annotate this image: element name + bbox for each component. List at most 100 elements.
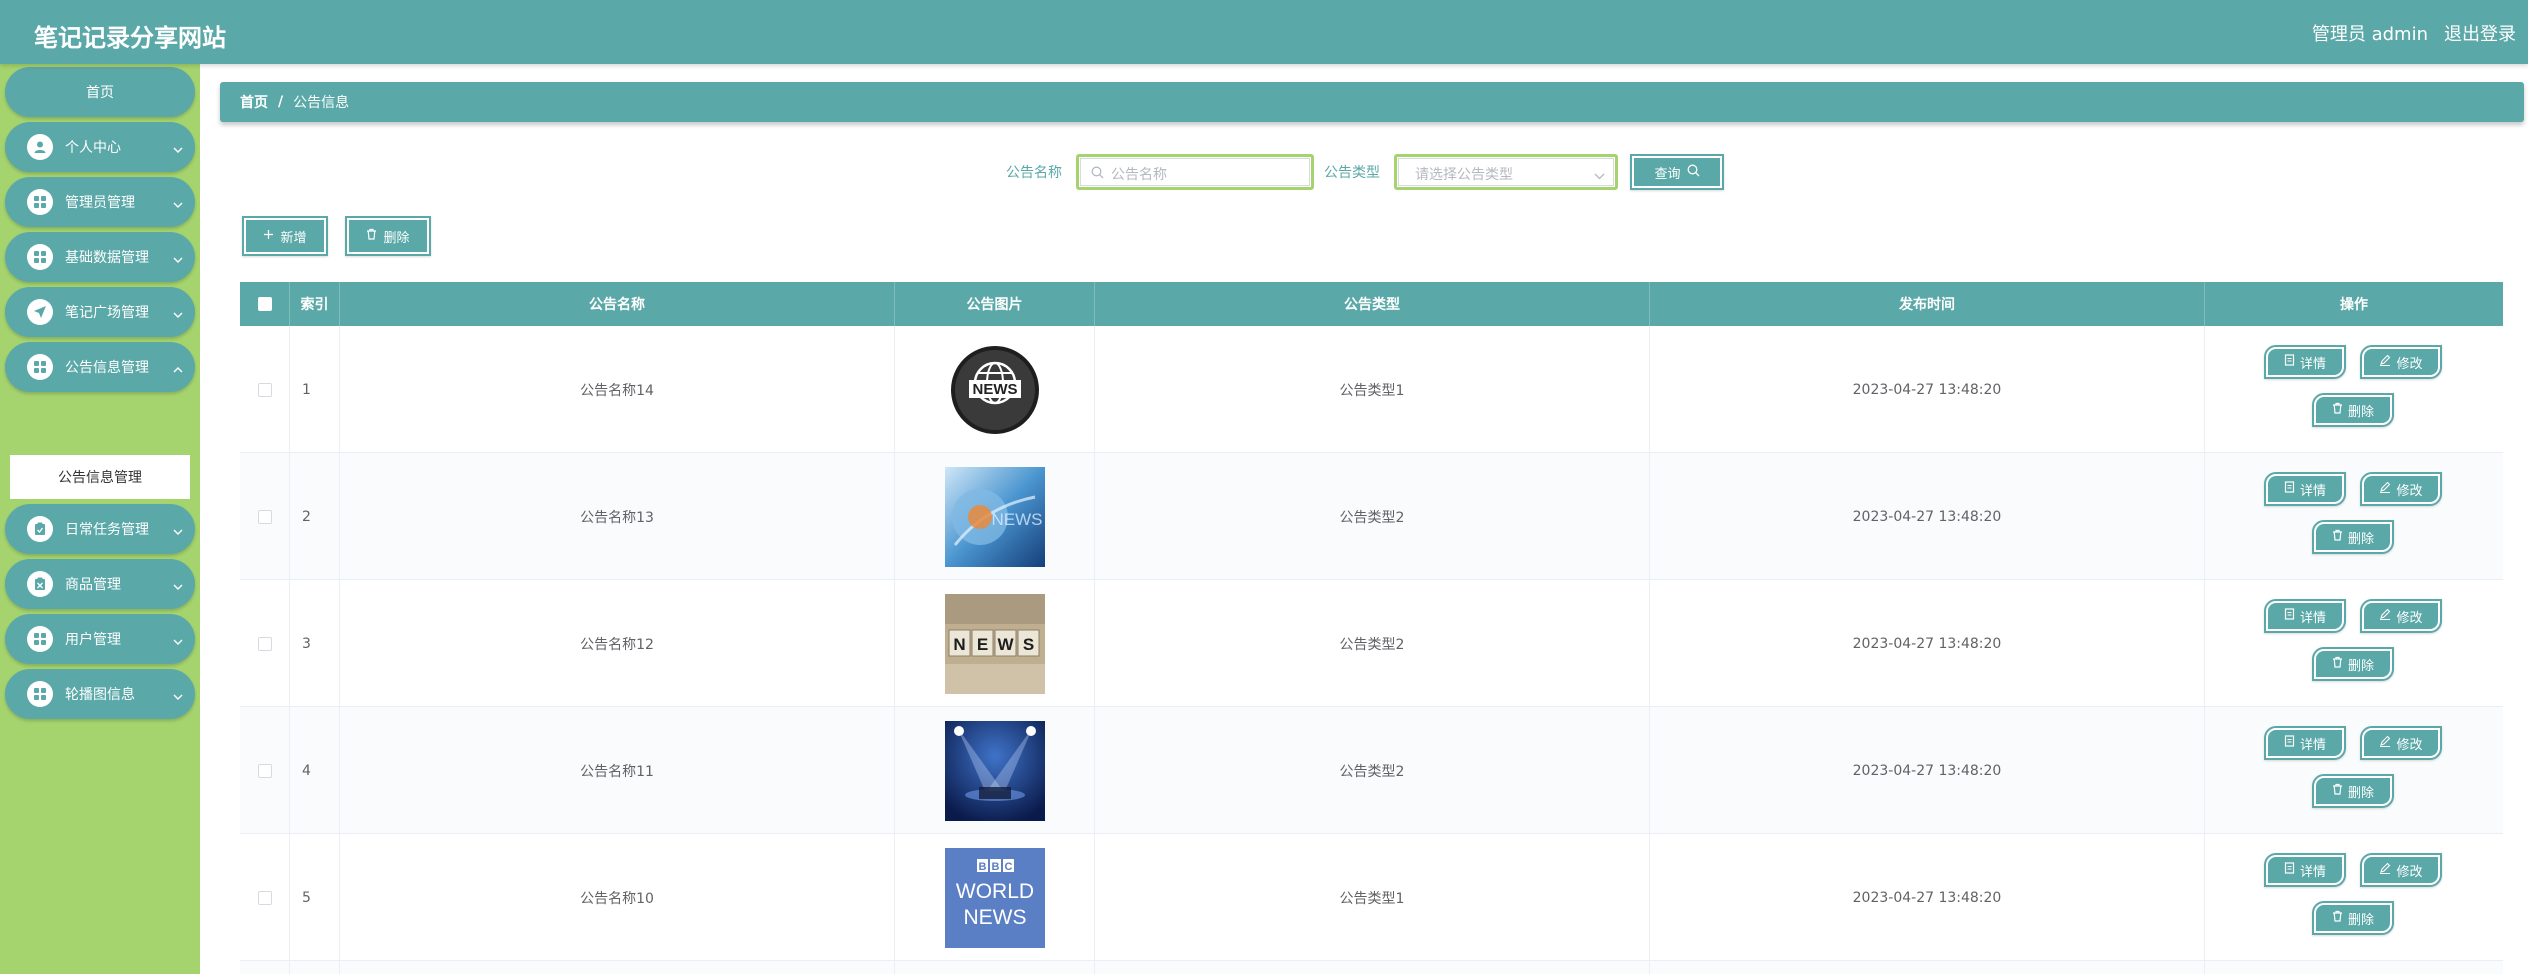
delete-button[interactable]: 删除 bbox=[2312, 774, 2394, 808]
delete-button-label: 删除 bbox=[2347, 658, 2374, 674]
sidebar-item-carousel-info[interactable]: 轮播图信息 bbox=[5, 669, 195, 719]
delete-button-label: 删除 bbox=[2347, 785, 2374, 801]
submenu-item-notice-info-management[interactable]: 公告信息管理 bbox=[10, 455, 190, 499]
document-icon bbox=[2284, 481, 2295, 497]
row-checkbox[interactable] bbox=[257, 890, 272, 905]
sidebar-item-daily-task-management[interactable]: 日常任务管理 bbox=[5, 504, 195, 554]
image-text: C bbox=[1004, 861, 1012, 873]
index-cell: 3 bbox=[290, 580, 340, 707]
logout-link[interactable]: 退出登录 bbox=[2444, 20, 2516, 46]
row-checkbox[interactable] bbox=[257, 382, 272, 397]
image-text: W bbox=[997, 635, 1014, 654]
edit-button[interactable]: 修改 bbox=[2360, 345, 2442, 379]
edit-button[interactable]: 修改 bbox=[2360, 726, 2442, 760]
notice-image-cell: N E W S bbox=[895, 580, 1095, 707]
chevron-down-icon bbox=[173, 252, 183, 268]
breadcrumb-home[interactable]: 首页 bbox=[240, 92, 268, 112]
row-checkbox[interactable] bbox=[257, 509, 272, 524]
sidebar-item-notice-management[interactable]: 公告信息管理 bbox=[5, 342, 195, 392]
sidebar-item-label: 基础数据管理 bbox=[65, 250, 149, 266]
document-icon bbox=[2284, 354, 2295, 370]
sidebar-item-label: 首页 bbox=[86, 85, 114, 101]
top-bar: 笔记记录分享网站 管理员 admin 退出登录 bbox=[0, 0, 2528, 64]
row-checkbox[interactable] bbox=[257, 636, 272, 651]
sidebar-item-label: 轮播图信息 bbox=[65, 687, 135, 703]
index-cell: 4 bbox=[290, 707, 340, 834]
edit-button[interactable]: 修改 bbox=[2360, 472, 2442, 506]
delete-button-label: 删除 bbox=[2347, 404, 2374, 420]
notice-image-cell bbox=[895, 707, 1095, 834]
add-button[interactable]: 新增 bbox=[242, 216, 328, 256]
bbc-world-news-image: B B C WORLD NEWS bbox=[944, 847, 1045, 948]
detail-button[interactable]: 详情 bbox=[2264, 726, 2346, 760]
image-text: N bbox=[953, 635, 965, 654]
sidebar-item-label: 管理员管理 bbox=[65, 195, 135, 211]
delete-button[interactable]: 删除 bbox=[2312, 647, 2394, 681]
edit-icon bbox=[2379, 608, 2391, 624]
table-row: 2 公告名称13 NEWS 公告类型2 2023-04-27 13:48:20 … bbox=[240, 453, 2503, 580]
sidebar-item-basic-data-management[interactable]: 基础数据管理 bbox=[5, 232, 195, 282]
chevron-down-icon bbox=[173, 524, 183, 540]
delete-button[interactable]: 删除 bbox=[2312, 520, 2394, 554]
edit-icon bbox=[2379, 481, 2391, 497]
query-button[interactable]: 查询 bbox=[1630, 154, 1724, 190]
publish-time-cell: 2023-04-27 13:48:20 bbox=[1650, 453, 2205, 580]
trash-icon bbox=[2332, 656, 2343, 672]
edit-button-label: 修改 bbox=[2396, 356, 2423, 372]
sidebar-item-product-management[interactable]: 商品管理 bbox=[5, 559, 195, 609]
news-stage-image bbox=[944, 720, 1045, 821]
image-text: NEWS bbox=[972, 381, 1017, 398]
detail-button[interactable]: 详情 bbox=[2264, 472, 2346, 506]
sidebar-item-label: 日常任务管理 bbox=[65, 522, 149, 538]
trash-icon bbox=[2332, 783, 2343, 799]
notice-name-input[interactable]: 公告名称 bbox=[1076, 154, 1314, 190]
notice-type-cell: 公告类型2 bbox=[1095, 580, 1650, 707]
chevron-down-icon bbox=[173, 197, 183, 213]
search-icon bbox=[1687, 164, 1700, 181]
column-header-publish-time: 发布时间 bbox=[1650, 282, 2205, 326]
notice-name-label: 公告名称 bbox=[1006, 165, 1062, 181]
row-checkbox-cell bbox=[240, 453, 290, 580]
delete-button-label: 删除 bbox=[2347, 912, 2374, 928]
sidebar-item-user-management[interactable]: 用户管理 bbox=[5, 614, 195, 664]
edit-button[interactable]: 修改 bbox=[2360, 599, 2442, 633]
sidebar-item-label: 笔记广场管理 bbox=[65, 305, 149, 321]
grid-icon bbox=[27, 626, 53, 652]
detail-button[interactable]: 详情 bbox=[2264, 853, 2346, 887]
publish-time-cell: 2023-04-27 13:48:20 bbox=[1650, 834, 2205, 961]
batch-delete-button[interactable]: 删除 bbox=[345, 216, 431, 256]
breadcrumb-current: 公告信息 bbox=[293, 95, 350, 111]
delete-button[interactable]: 删除 bbox=[2312, 393, 2394, 427]
operations-cell: 详情 修改 删除 bbox=[2205, 834, 2503, 961]
detail-button[interactable]: 详情 bbox=[2264, 599, 2346, 633]
sidebar-item-notes-plaza-management[interactable]: 笔记广场管理 bbox=[5, 287, 195, 337]
row-checkbox[interactable] bbox=[257, 763, 272, 778]
notice-type-cell: 公告类型1 bbox=[1095, 326, 1650, 453]
notice-type-cell: 公告类型1 bbox=[1095, 834, 1650, 961]
chevron-down-icon bbox=[173, 579, 183, 595]
publish-time-cell: 2023-04-27 13:48:20 bbox=[1650, 326, 2205, 453]
delete-button[interactable]: 删除 bbox=[2312, 901, 2394, 935]
image-text: NEWS bbox=[963, 906, 1026, 929]
select-all-checkbox[interactable] bbox=[257, 297, 272, 311]
edit-icon bbox=[2379, 735, 2391, 751]
sidebar-item-label: 个人中心 bbox=[65, 140, 121, 156]
grid-icon bbox=[27, 189, 53, 215]
detail-button[interactable]: 详情 bbox=[2264, 345, 2346, 379]
notice-name-cell: 公告名称11 bbox=[340, 707, 895, 834]
notice-type-select[interactable]: 请选择公告类型 bbox=[1394, 154, 1618, 190]
column-header-notice-image: 公告图片 bbox=[895, 282, 1095, 326]
index-cell: 1 bbox=[290, 326, 340, 453]
select-all-cell bbox=[240, 282, 290, 326]
sidebar: 首页 个人中心 管理员管理 基础数据管理 笔记广场管理 公告信息管理 公告信息管… bbox=[0, 64, 200, 974]
sidebar-item-admin-management[interactable]: 管理员管理 bbox=[5, 177, 195, 227]
sidebar-item-personal-center[interactable]: 个人中心 bbox=[5, 122, 195, 172]
edit-button[interactable]: 修改 bbox=[2360, 853, 2442, 887]
grid-icon bbox=[27, 354, 53, 380]
image-text: S bbox=[1022, 635, 1033, 654]
sidebar-item-home[interactable]: 首页 bbox=[5, 67, 195, 117]
news-blue-image: NEWS bbox=[944, 466, 1045, 567]
operations-cell: 详情 修改 删除 bbox=[2205, 453, 2503, 580]
edit-icon bbox=[2379, 354, 2391, 370]
detail-button-label: 详情 bbox=[2299, 737, 2326, 753]
